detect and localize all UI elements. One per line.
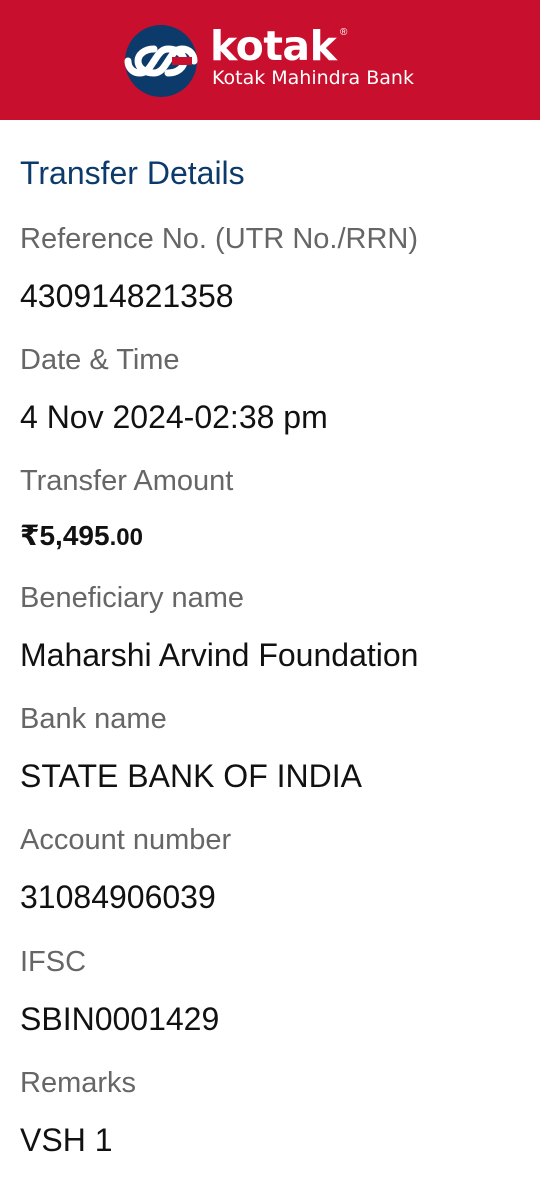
remarks-label: Remarks [20, 1067, 137, 1099]
transfer-amount-label: Transfer Amount [20, 465, 234, 497]
ifsc-value: SBIN0001429 [20, 1001, 220, 1037]
reference-label: Reference No. (UTR No./RRN) [20, 223, 419, 255]
brand-wordmark: kotak [210, 22, 337, 70]
amount-decimal: .00 [109, 524, 143, 551]
bank-name-value: STATE BANK OF INDIA [20, 758, 362, 794]
app-header: kotak ® Kotak Mahindra Bank [0, 0, 540, 120]
date-time-label: Date & Time [20, 344, 180, 376]
bank-name-label: Bank name [20, 703, 167, 735]
amount-main: ₹5,495 [20, 520, 110, 551]
beneficiary-label: Beneficiary name [20, 582, 245, 614]
account-number-label: Account number [20, 824, 232, 856]
transfer-amount-value: ₹5,495.00 [20, 520, 143, 552]
account-number-value: 31084906039 [20, 879, 216, 915]
date-time-value: 4 Nov 2024-02:38 pm [20, 399, 328, 435]
ifsc-label: IFSC [20, 946, 87, 978]
section-title: Transfer Details [20, 155, 245, 191]
reference-value: 430914821358 [20, 278, 234, 314]
beneficiary-value: Maharshi Arvind Foundation [20, 637, 419, 673]
kotak-logo-icon [124, 25, 198, 97]
brand-subtitle: Kotak Mahindra Bank [212, 67, 414, 89]
registered-mark: ® [340, 27, 348, 38]
remarks-value: VSH 1 [20, 1122, 113, 1158]
